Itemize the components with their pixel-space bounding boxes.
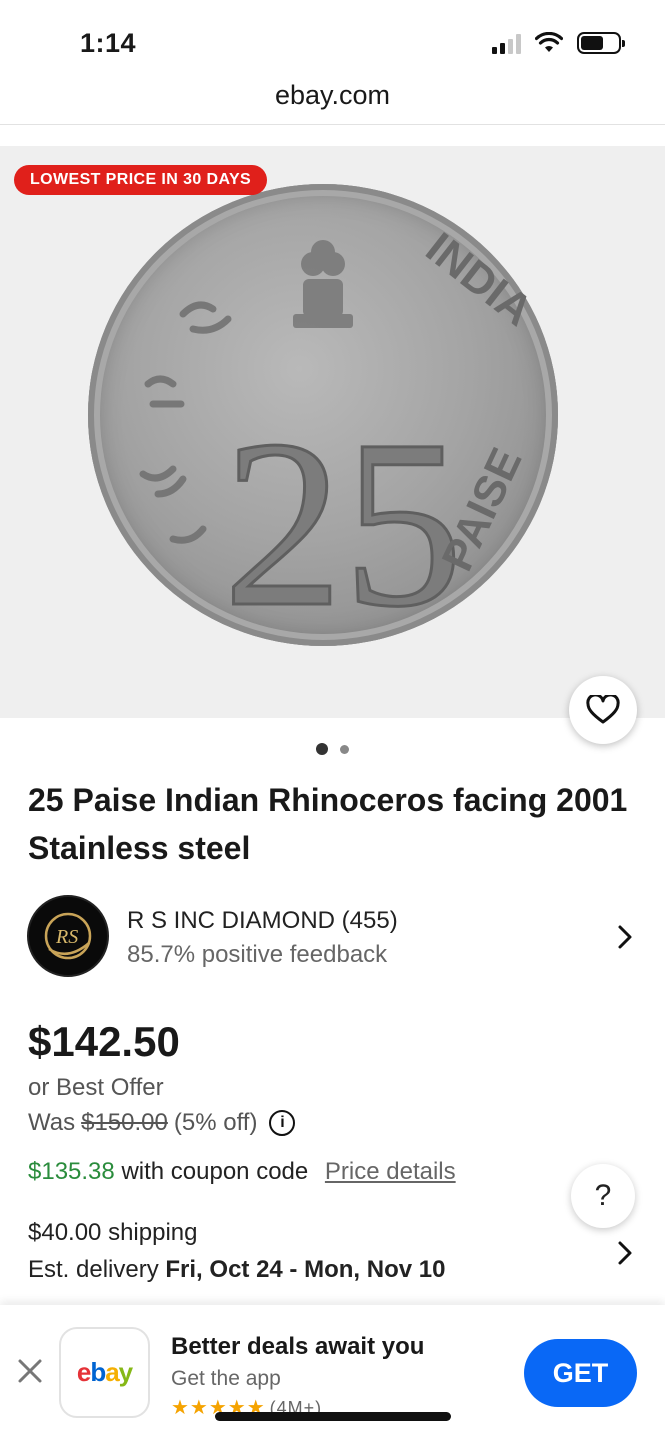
coupon-text: with coupon code [121,1158,309,1185]
banner-subtitle: Get the app [171,1367,281,1390]
delivery-range: Fri, Oct 24 - Mon, Nov 10 [165,1256,446,1283]
home-indicator[interactable] [215,1412,451,1421]
coupon-price: $135.38 [28,1158,115,1185]
info-icon[interactable]: i [269,1110,296,1136]
seller-feedback: 85.7% positive feedback [127,941,388,968]
banner-title: Better deals await you [171,1333,425,1360]
gallery-pagination[interactable] [0,743,665,755]
price-details-link[interactable]: Price details [325,1158,456,1185]
shipping-chevron-icon[interactable] [617,1240,633,1266]
lowest-price-badge: LOWEST PRICE IN 30 DAYS [14,165,268,195]
get-app-button[interactable]: GET [524,1339,637,1407]
status-bar: 1:14 [0,0,665,80]
was-price-row: Was $150.00 (5% off) i [28,1109,296,1137]
product-image[interactable]: 25 INDIA PAISE [88,184,558,646]
svg-text:RS: RS [55,926,78,948]
wifi-icon [535,32,563,52]
image-gallery[interactable]: 25 INDIA PAISE LOWEST PRICE IN 30 DAYS [0,146,665,718]
chevron-right-icon[interactable] [617,924,633,950]
coin-text-india: INDIA [417,223,542,335]
browser-url[interactable]: ebay.com [0,80,665,111]
listing-title: 25 Paise Indian Rhinoceros facing 2001 S… [28,782,628,866]
signal-icon [492,32,521,54]
seller-name[interactable]: R S INC DIAMOND (455) [127,907,398,935]
delivery-label: Est. delivery [28,1256,159,1283]
heart-icon [586,695,620,724]
close-icon[interactable] [16,1357,44,1385]
pagination-dot[interactable] [340,745,349,754]
shipping-cost: $40.00 shipping [28,1219,198,1246]
status-time: 1:14 [80,28,137,58]
ebay-app-icon[interactable]: ebay [59,1327,150,1418]
coupon-row: $135.38 with coupon code Price details [28,1158,456,1186]
divider [0,124,665,125]
coin-artwork: 25 INDIA PAISE [139,223,542,646]
delivery-estimate: Est. delivery Fri, Oct 24 - Mon, Nov 10 [28,1256,445,1284]
was-price: $150.00 [81,1109,168,1136]
was-label: Was [28,1109,76,1136]
price: $142.50 [28,1018,180,1065]
best-offer-text: or Best Offer [28,1074,164,1101]
discount: (5% off) [173,1109,258,1136]
battery-icon [577,32,625,54]
help-button[interactable]: ? [571,1164,635,1228]
seller-avatar[interactable]: RS [27,895,109,977]
seller-logo-icon: RS [44,912,92,960]
pagination-dot-active[interactable] [316,743,328,755]
seller-info[interactable]: RS R S INC DIAMOND (455) 85.7% positive … [27,895,637,979]
status-icons [492,32,625,54]
watchlist-button[interactable] [569,676,637,744]
coin-number: 25 [223,390,463,646]
